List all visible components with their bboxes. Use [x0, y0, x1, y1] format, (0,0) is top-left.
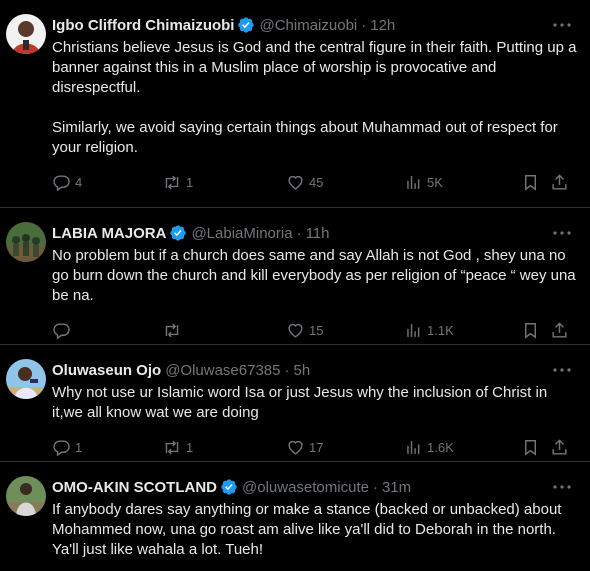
- reply-button[interactable]: 1: [52, 438, 82, 457]
- tweet-text: Christians believe Jesus is God and the …: [52, 39, 577, 156]
- handle[interactable]: @Chimaizuobi: [259, 17, 357, 34]
- retweet-button[interactable]: 1: [162, 173, 193, 192]
- verified-badge-icon: [237, 16, 255, 34]
- retweet-icon: [165, 440, 179, 454]
- views-button[interactable]: 1.6K: [404, 438, 454, 457]
- views-chart-icon: [407, 323, 420, 337]
- avatar[interactable]: [6, 476, 46, 516]
- avatar[interactable]: [6, 222, 46, 262]
- bookmark-icon: [525, 174, 536, 191]
- tweet-header: Igbo Clifford Chimaizuobi @Chimaizuobi ·…: [52, 15, 578, 35]
- display-name[interactable]: LABIA MAJORA: [52, 225, 166, 242]
- handle[interactable]: @LabiaMinoria: [191, 225, 292, 242]
- tweet-text: If anybody dares say anything or make a …: [52, 501, 566, 558]
- action-bar: 1 1 17 1.6K: [52, 437, 578, 457]
- views-chart-icon: [407, 175, 420, 189]
- avatar[interactable]: [6, 359, 46, 399]
- retweet-icon: [165, 175, 179, 189]
- reply-icon: [53, 439, 70, 456]
- tweet[interactable]: Oluwaseun Ojo @Oluwase67385 · 5h Why not…: [0, 345, 590, 462]
- more-options-icon[interactable]: [552, 17, 572, 33]
- like-count: 15: [309, 322, 324, 338]
- handle[interactable]: @oluwasetomicute: [242, 479, 369, 496]
- views-button[interactable]: 1.1K: [404, 321, 454, 340]
- bookmark-button[interactable]: [521, 173, 540, 192]
- more-options-icon[interactable]: [552, 225, 572, 241]
- views-chart-icon: [407, 440, 420, 454]
- view-count: 5K: [427, 174, 443, 190]
- separator-dot: ·: [361, 16, 367, 34]
- bookmark-button[interactable]: [521, 321, 540, 340]
- retweet-count: 1: [186, 439, 194, 455]
- reply-icon: [53, 322, 70, 339]
- display-name[interactable]: Oluwaseun Ojo: [52, 362, 161, 379]
- like-count: 45: [309, 174, 324, 190]
- view-count: 1.1K: [427, 322, 454, 338]
- handle[interactable]: @Oluwase67385: [165, 362, 280, 379]
- like-button[interactable]: 45: [286, 173, 323, 192]
- display-name[interactable]: Igbo Clifford Chimaizuobi: [52, 17, 234, 34]
- tweet-header: Oluwaseun Ojo @Oluwase67385 · 5h: [52, 360, 578, 380]
- like-button[interactable]: 17: [286, 438, 323, 457]
- separator-dot: ·: [372, 478, 378, 496]
- reply-icon: [53, 174, 70, 191]
- like-count: 17: [309, 439, 324, 455]
- tweet[interactable]: LABIA MAJORA @LabiaMinoria · 11h No prob…: [0, 208, 590, 345]
- timestamp[interactable]: 12h: [370, 17, 395, 34]
- tweet-header: OMO-AKIN SCOTLAND @oluwasetomicute · 31m: [52, 477, 578, 497]
- share-button[interactable]: [550, 321, 569, 340]
- retweet-icon: [165, 323, 179, 337]
- like-button[interactable]: 15: [286, 321, 323, 340]
- action-bar: 4 1 45 5K: [52, 172, 578, 192]
- separator-dot: ·: [296, 224, 302, 242]
- reply-button[interactable]: [52, 321, 75, 340]
- tweet-header: LABIA MAJORA @LabiaMinoria · 11h: [52, 223, 578, 243]
- tweet[interactable]: OMO-AKIN SCOTLAND @oluwasetomicute · 31m…: [0, 462, 590, 571]
- verified-badge-icon: [169, 224, 187, 242]
- views-button[interactable]: 5K: [404, 173, 443, 192]
- tweet-text: Why not use ur Islamic word Isa or just …: [52, 384, 552, 421]
- tweet-text: No problem but if a church does same and…: [52, 247, 580, 304]
- heart-icon: [288, 323, 303, 338]
- reply-button[interactable]: 4: [52, 173, 82, 192]
- separator-dot: ·: [284, 361, 290, 379]
- timestamp[interactable]: 11h: [306, 225, 330, 242]
- share-button[interactable]: [550, 438, 569, 457]
- timestamp[interactable]: 31m: [382, 479, 411, 496]
- tweet[interactable]: Igbo Clifford Chimaizuobi @Chimaizuobi ·…: [0, 0, 590, 208]
- share-icon: [552, 173, 567, 190]
- bookmark-icon: [525, 439, 536, 456]
- retweet-count: 1: [186, 174, 194, 190]
- retweet-button[interactable]: [162, 321, 186, 340]
- avatar[interactable]: [6, 14, 46, 54]
- retweet-button[interactable]: 1: [162, 438, 193, 457]
- heart-icon: [288, 440, 303, 455]
- verified-badge-icon: [220, 478, 238, 496]
- heart-icon: [288, 175, 303, 190]
- more-options-icon[interactable]: [552, 362, 572, 378]
- share-button[interactable]: [550, 173, 569, 192]
- reply-feed: Igbo Clifford Chimaizuobi @Chimaizuobi ·…: [0, 0, 590, 571]
- action-bar: 15 1.1K: [52, 320, 578, 340]
- bookmark-icon: [525, 322, 536, 339]
- reply-count: 1: [75, 439, 83, 455]
- more-options-icon[interactable]: [552, 479, 572, 495]
- reply-count: 4: [75, 174, 83, 190]
- bookmark-button[interactable]: [521, 438, 540, 457]
- timestamp[interactable]: 5h: [294, 362, 311, 379]
- share-icon: [552, 321, 567, 338]
- share-icon: [552, 438, 567, 455]
- view-count: 1.6K: [427, 439, 454, 455]
- display-name[interactable]: OMO-AKIN SCOTLAND: [52, 479, 217, 496]
